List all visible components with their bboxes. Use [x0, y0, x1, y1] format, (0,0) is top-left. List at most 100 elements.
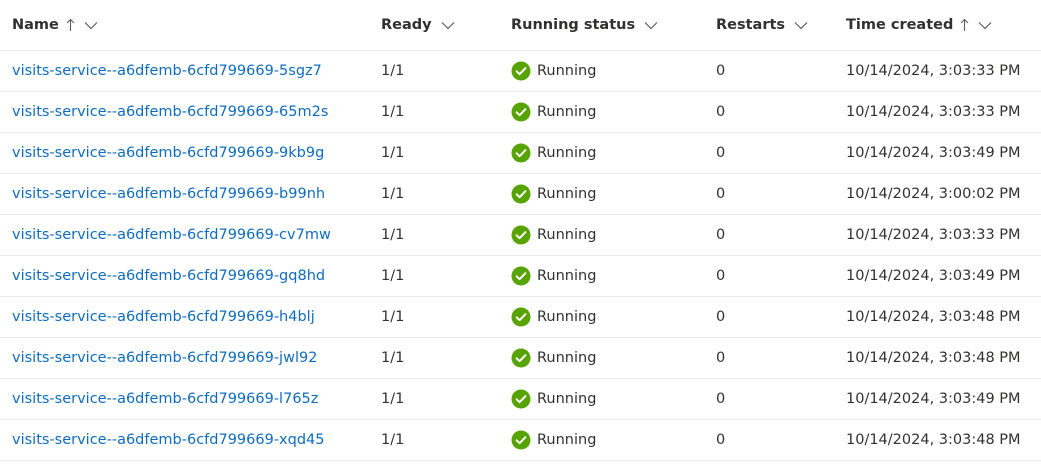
time-created-value: 10/14/2024, 3:03:48 PM	[846, 432, 1021, 448]
ready-value: 1/1	[381, 145, 405, 161]
column-header-name[interactable]: Name	[12, 0, 98, 50]
chevron-down-icon[interactable]	[84, 21, 98, 30]
pod-name-link[interactable]: visits-service--a6dfemb-6cfd799669-jwl92	[12, 350, 317, 366]
cell-running-status: Running	[511, 51, 596, 91]
restarts-value: 0	[716, 227, 726, 243]
status-text: Running	[537, 186, 597, 202]
table-row: visits-service--a6dfemb-6cfd799669-b99nh…	[0, 174, 1041, 215]
column-header-time-created[interactable]: Time created	[846, 0, 992, 50]
cell-ready: 1/1	[381, 420, 404, 460]
cell-running-status: Running	[511, 174, 596, 214]
restarts-value: 0	[716, 145, 726, 161]
cell-running-status: Running	[511, 297, 596, 337]
pod-name-link[interactable]: visits-service--a6dfemb-6cfd799669-xqd45	[12, 432, 325, 448]
cell-restarts: 0	[716, 297, 725, 337]
pod-name-link[interactable]: visits-service--a6dfemb-6cfd799669-l765z	[12, 391, 318, 407]
time-created-value: 10/14/2024, 3:00:02 PM	[846, 186, 1021, 202]
cell-running-status: Running	[511, 92, 596, 132]
time-created-value: 10/14/2024, 3:03:33 PM	[846, 104, 1021, 120]
time-created-value: 10/14/2024, 3:03:48 PM	[846, 350, 1021, 366]
cell-name: visits-service--a6dfemb-6cfd799669-9kb9g	[12, 133, 324, 173]
success-check-icon	[511, 143, 531, 163]
cell-running-status: Running	[511, 338, 596, 378]
cell-restarts: 0	[716, 338, 725, 378]
ready-value: 1/1	[381, 227, 405, 243]
cell-time-created: 10/14/2024, 3:03:48 PM	[846, 420, 1021, 460]
restarts-value: 0	[716, 63, 726, 79]
table-row: visits-service--a6dfemb-6cfd799669-h4blj…	[0, 297, 1041, 338]
cell-ready: 1/1	[381, 338, 404, 378]
pod-name-link[interactable]: visits-service--a6dfemb-6cfd799669-b99nh	[12, 186, 325, 202]
status-text: Running	[537, 227, 597, 243]
success-check-icon	[511, 430, 531, 450]
cell-running-status: Running	[511, 379, 596, 419]
cell-name: visits-service--a6dfemb-6cfd799669-h4blj	[12, 297, 315, 337]
cell-running-status: Running	[511, 215, 596, 255]
pod-name-link[interactable]: visits-service--a6dfemb-6cfd799669-h4blj	[12, 309, 315, 325]
restarts-value: 0	[716, 104, 726, 120]
success-check-icon	[511, 102, 531, 122]
cell-ready: 1/1	[381, 92, 404, 132]
status-text: Running	[537, 391, 597, 407]
status-text: Running	[537, 104, 597, 120]
cell-ready: 1/1	[381, 256, 404, 296]
column-header-restarts-label: Restarts	[716, 17, 786, 33]
ready-value: 1/1	[381, 63, 405, 79]
status-text: Running	[537, 350, 597, 366]
table-row: visits-service--a6dfemb-6cfd799669-l765z…	[0, 379, 1041, 420]
table-row: visits-service--a6dfemb-6cfd799669-jwl92…	[0, 338, 1041, 379]
cell-name: visits-service--a6dfemb-6cfd799669-l765z	[12, 379, 318, 419]
restarts-value: 0	[716, 432, 726, 448]
cell-name: visits-service--a6dfemb-6cfd799669-b99nh	[12, 174, 325, 214]
restarts-value: 0	[716, 350, 726, 366]
restarts-value: 0	[716, 391, 726, 407]
column-header-restarts[interactable]: Restarts	[716, 0, 808, 50]
success-check-icon	[511, 389, 531, 409]
cell-time-created: 10/14/2024, 3:03:49 PM	[846, 133, 1021, 173]
table-row: visits-service--a6dfemb-6cfd799669-xqd45…	[0, 420, 1041, 461]
cell-restarts: 0	[716, 379, 725, 419]
cell-time-created: 10/14/2024, 3:03:48 PM	[846, 297, 1021, 337]
chevron-down-icon[interactable]	[794, 21, 808, 30]
cell-name: visits-service--a6dfemb-6cfd799669-xqd45	[12, 420, 325, 460]
ready-value: 1/1	[381, 432, 405, 448]
success-check-icon	[511, 184, 531, 204]
column-header-running-status[interactable]: Running status	[511, 0, 658, 50]
cell-restarts: 0	[716, 420, 725, 460]
chevron-down-icon[interactable]	[441, 21, 455, 30]
cell-restarts: 0	[716, 92, 725, 132]
table-row: visits-service--a6dfemb-6cfd799669-65m2s…	[0, 92, 1041, 133]
pods-table: Name Ready Running status Restarts Time …	[0, 0, 1041, 461]
time-created-value: 10/14/2024, 3:03:49 PM	[846, 268, 1021, 284]
time-created-value: 10/14/2024, 3:03:48 PM	[846, 309, 1021, 325]
cell-name: visits-service--a6dfemb-6cfd799669-cv7mw	[12, 215, 331, 255]
cell-name: visits-service--a6dfemb-6cfd799669-gq8hd	[12, 256, 325, 296]
time-created-value: 10/14/2024, 3:03:49 PM	[846, 391, 1021, 407]
status-text: Running	[537, 268, 597, 284]
pod-name-link[interactable]: visits-service--a6dfemb-6cfd799669-65m2s	[12, 104, 328, 120]
cell-time-created: 10/14/2024, 3:03:49 PM	[846, 379, 1021, 419]
restarts-value: 0	[716, 309, 726, 325]
column-header-ready[interactable]: Ready	[381, 0, 455, 50]
table-row: visits-service--a6dfemb-6cfd799669-gq8hd…	[0, 256, 1041, 297]
table-header-row: Name Ready Running status Restarts Time …	[0, 0, 1041, 51]
column-header-ready-label: Ready	[381, 17, 432, 33]
time-created-value: 10/14/2024, 3:03:33 PM	[846, 227, 1021, 243]
chevron-down-icon[interactable]	[644, 21, 658, 30]
restarts-value: 0	[716, 186, 726, 202]
pod-name-link[interactable]: visits-service--a6dfemb-6cfd799669-9kb9g	[12, 145, 324, 161]
pod-name-link[interactable]: visits-service--a6dfemb-6cfd799669-5sgz7	[12, 63, 322, 79]
cell-ready: 1/1	[381, 133, 404, 173]
cell-restarts: 0	[716, 215, 725, 255]
time-created-value: 10/14/2024, 3:03:33 PM	[846, 63, 1021, 79]
cell-time-created: 10/14/2024, 3:03:33 PM	[846, 92, 1021, 132]
chevron-down-icon[interactable]	[978, 21, 992, 30]
pod-name-link[interactable]: visits-service--a6dfemb-6cfd799669-cv7mw	[12, 227, 331, 243]
time-created-value: 10/14/2024, 3:03:49 PM	[846, 145, 1021, 161]
sort-ascending-icon	[66, 18, 75, 32]
table-body: visits-service--a6dfemb-6cfd799669-5sgz7…	[0, 51, 1041, 461]
cell-name: visits-service--a6dfemb-6cfd799669-jwl92	[12, 338, 317, 378]
table-row: visits-service--a6dfemb-6cfd799669-cv7mw…	[0, 215, 1041, 256]
cell-running-status: Running	[511, 256, 596, 296]
pod-name-link[interactable]: visits-service--a6dfemb-6cfd799669-gq8hd	[12, 268, 325, 284]
